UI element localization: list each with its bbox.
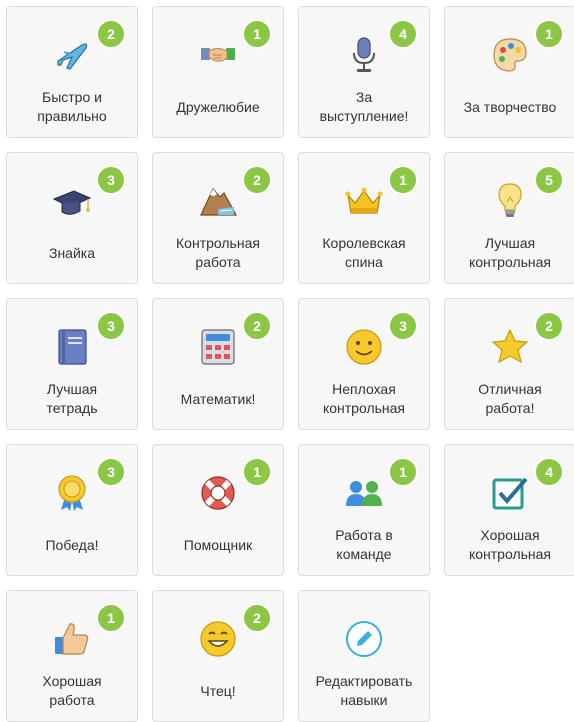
skill-label: Быстро и правильно	[37, 89, 107, 124]
skill-label: Чтец!	[200, 682, 236, 699]
crown-icon	[344, 181, 384, 221]
smiley-icon	[344, 327, 384, 367]
skill-card-friendliness[interactable]: 1 Дружелюбие	[152, 6, 284, 138]
skill-count-badge: 4	[388, 19, 418, 49]
medal-icon	[52, 473, 92, 513]
edit-skills-label: Редактировать навыки	[315, 673, 413, 708]
lifebuoy-icon	[198, 473, 238, 513]
skill-count-badge: 3	[96, 311, 126, 341]
skill-label: Победа!	[45, 536, 99, 553]
skill-count-badge: 2	[96, 19, 126, 49]
skill-label: Лучшая тетрадь	[46, 381, 98, 416]
skill-label: Лучшая контрольная	[468, 235, 552, 270]
skill-card-helper[interactable]: 1 Помощник	[152, 444, 284, 576]
skill-count-badge: 2	[534, 311, 564, 341]
skill-card-creativity[interactable]: 1 За творчество	[444, 6, 574, 138]
microphone-icon	[344, 35, 384, 75]
edit-skills-button[interactable]: Редактировать навыки	[298, 590, 430, 722]
skill-count-badge: 1	[242, 457, 272, 487]
skill-count-badge: 2	[242, 165, 272, 195]
skill-count-badge: 2	[242, 311, 272, 341]
skill-count-badge: 3	[96, 165, 126, 195]
skill-count-badge: 5	[534, 165, 564, 195]
skill-count-badge: 1	[242, 19, 272, 49]
skill-count-badge: 4	[534, 457, 564, 487]
skill-label: Дружелюбие	[176, 98, 260, 115]
lightbulb-icon	[490, 181, 530, 221]
skill-label: Знайка	[48, 244, 95, 261]
graduation-cap-icon	[52, 181, 92, 221]
skill-label: Хорошая работа	[42, 673, 102, 708]
skill-card-best-notebook[interactable]: 3 Лучшая тетрадь	[6, 298, 138, 430]
skill-card-good-test[interactable]: 4 Хорошая контрольная	[444, 444, 574, 576]
skill-card-mathematician[interactable]: 2 Математик!	[152, 298, 284, 430]
skill-label: Отличная работа!	[478, 381, 542, 416]
skill-label: За творчество	[463, 98, 557, 115]
skill-card-royal-posture[interactable]: 1 Королевская спина	[298, 152, 430, 284]
skill-card-performance[interactable]: 4 За выступление!	[298, 6, 430, 138]
skill-card-smart[interactable]: 3 Знайка	[6, 152, 138, 284]
checkbox-icon	[490, 473, 530, 513]
calculator-icon	[198, 327, 238, 367]
handshake-icon	[198, 35, 238, 75]
skill-label: Хорошая контрольная	[468, 527, 552, 562]
skill-card-best-test[interactable]: 5 Лучшая контрольная	[444, 152, 574, 284]
skill-label: Королевская спина	[322, 235, 406, 270]
skill-label: Помощник	[183, 536, 253, 553]
skill-count-badge: 1	[388, 165, 418, 195]
star-icon	[490, 327, 530, 367]
skill-count-badge: 3	[96, 457, 126, 487]
skill-card-test-work[interactable]: 2 Контрольная работа	[152, 152, 284, 284]
skill-card-reader[interactable]: 2 Чтец!	[152, 590, 284, 722]
skill-label: Работа в команде	[335, 527, 393, 562]
skill-count-badge: 3	[388, 311, 418, 341]
skill-label: Математик!	[180, 390, 256, 407]
skill-count-badge: 1	[388, 457, 418, 487]
skill-count-badge: 2	[242, 603, 272, 633]
skill-label: За выступление!	[319, 89, 409, 124]
skill-card-teamwork[interactable]: 1 Работа в команде	[298, 444, 430, 576]
skill-label: Неплохая контрольная	[322, 381, 406, 416]
skill-card-fast-and-correct[interactable]: 2 Быстро и правильно	[6, 6, 138, 138]
palette-icon	[490, 35, 530, 75]
skill-label: Контрольная работа	[176, 235, 260, 270]
skill-count-badge: 1	[96, 603, 126, 633]
skill-card-good-work[interactable]: 1 Хорошая работа	[6, 590, 138, 722]
skill-card-victory[interactable]: 3 Победа!	[6, 444, 138, 576]
thumbs-up-icon	[52, 619, 92, 659]
team-icon	[344, 473, 384, 513]
pencil-icon	[344, 619, 384, 659]
airplane-icon	[52, 35, 92, 75]
reader-face-icon	[198, 619, 238, 659]
notebook-icon	[52, 327, 92, 367]
skill-count-badge: 1	[534, 19, 564, 49]
skill-card-decent-test[interactable]: 3 Неплохая контрольная	[298, 298, 430, 430]
skill-card-excellent-work[interactable]: 2 Отличная работа!	[444, 298, 574, 430]
mountain-icon	[198, 181, 238, 221]
